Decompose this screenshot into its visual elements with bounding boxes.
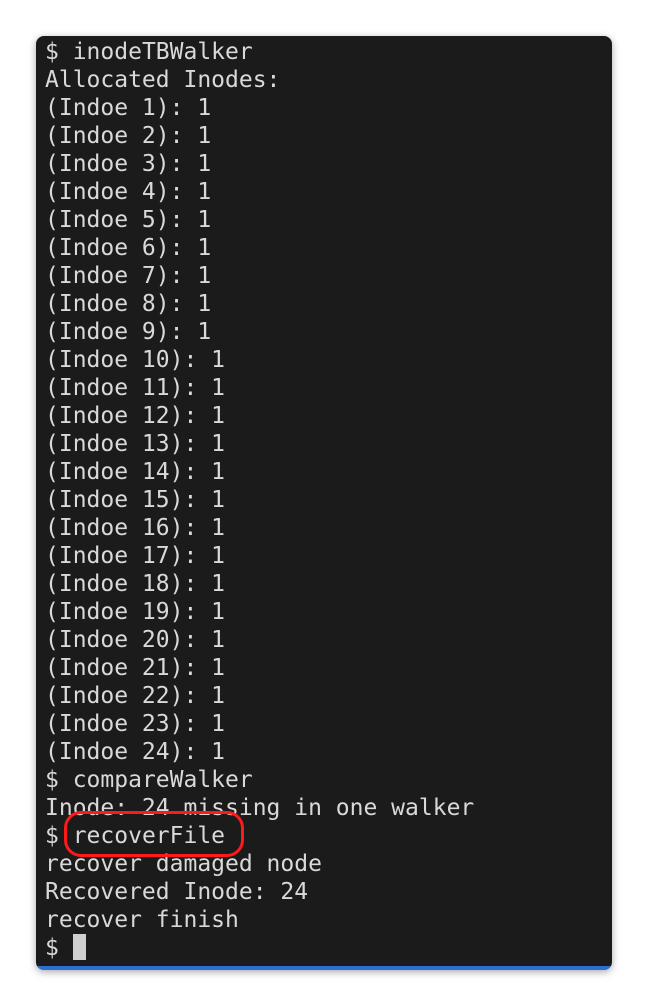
output-line: (Indoe 17): 1 [45,542,474,570]
output-line: (Indoe 11): 1 [45,374,474,402]
output-text: (Indoe 13): 1 [45,431,226,457]
output-text: (Indoe 12): 1 [45,403,226,429]
output-text: (Indoe 20): 1 [45,627,226,653]
output-text: (Indoe 5): 1 [45,207,212,233]
output-line: (Indoe 4): 1 [45,178,474,206]
output-line: (Indoe 15): 1 [45,486,474,514]
output-text: (Indoe 8): 1 [45,291,212,317]
command-line: $ compareWalker [45,766,474,794]
output-line: (Indoe 22): 1 [45,682,474,710]
output-text: (Indoe 4): 1 [45,179,212,205]
output-text: Allocated Inodes: [45,67,281,93]
output-line: (Indoe 6): 1 [45,234,474,262]
output-line: (Indoe 2): 1 [45,122,474,150]
output-line: (Indoe 9): 1 [45,318,474,346]
output-text: (Indoe 9): 1 [45,319,212,345]
output-text: (Indoe 22): 1 [45,683,226,709]
command-line: $ [45,934,474,962]
output-line: (Indoe 23): 1 [45,710,474,738]
output-line: (Indoe 20): 1 [45,626,474,654]
prompt-symbol: $ [45,935,73,961]
output-line: (Indoe 19): 1 [45,598,474,626]
prompt-symbol: $ [45,767,73,793]
terminal-window[interactable]: $ inodeTBWalker Allocated Inodes: (Indoe 1… [36,36,612,970]
output-text: (Indoe 2): 1 [45,123,212,149]
command-text: compareWalker [72,767,253,793]
terminal-bottom-bar [36,966,612,970]
output-text: (Indoe 3): 1 [45,151,212,177]
terminal-output: $ inodeTBWalker Allocated Inodes: (Indoe 1… [45,38,474,962]
output-text: (Indoe 7): 1 [45,263,212,289]
output-text: (Indoe 24): 1 [45,739,226,765]
highlighted-command: recoverFile [63,811,245,857]
output-line: (Indoe 14): 1 [45,458,474,486]
output-text: (Indoe 16): 1 [45,515,226,541]
output-text: (Indoe 19): 1 [45,599,226,625]
output-line: (Indoe 1): 1 [45,94,474,122]
output-line: (Indoe 5): 1 [45,206,474,234]
output-line: (Indoe 18): 1 [45,570,474,598]
output-line: (Indoe 3): 1 [45,150,474,178]
command-line: $ inodeTBWalker [45,38,474,66]
output-text: (Indoe 23): 1 [45,711,226,737]
command-line: $ recoverFile [45,811,474,857]
command-text: inodeTBWalker [72,39,253,65]
output-text: Recovered Inode: 24 [45,879,309,905]
output-text: (Indoe 21): 1 [45,655,226,681]
output-line: (Indoe 24): 1 [45,738,474,766]
prompt-symbol: $ [45,39,73,65]
output-line: Recovered Inode: 24 [45,878,474,906]
output-text: (Indoe 18): 1 [45,571,226,597]
output-text: recover finish [45,907,239,933]
output-line: (Indoe 10): 1 [45,346,474,374]
terminal-cursor[interactable] [72,934,86,960]
output-text: (Indoe 1): 1 [45,95,212,121]
output-text: (Indoe 14): 1 [45,459,226,485]
output-line: Allocated Inodes: [45,66,474,94]
output-line: (Indoe 13): 1 [45,430,474,458]
output-line: recover finish [45,906,474,934]
output-text: (Indoe 10): 1 [45,347,226,373]
output-text: (Indoe 6): 1 [45,235,212,261]
output-line: (Indoe 12): 1 [45,402,474,430]
output-text: (Indoe 15): 1 [45,487,226,513]
output-text: (Indoe 17): 1 [45,543,226,569]
output-line: (Indoe 8): 1 [45,290,474,318]
output-text: (Indoe 11): 1 [45,375,226,401]
output-line: (Indoe 7): 1 [45,262,474,290]
output-line: (Indoe 16): 1 [45,514,474,542]
output-line: (Indoe 21): 1 [45,654,474,682]
